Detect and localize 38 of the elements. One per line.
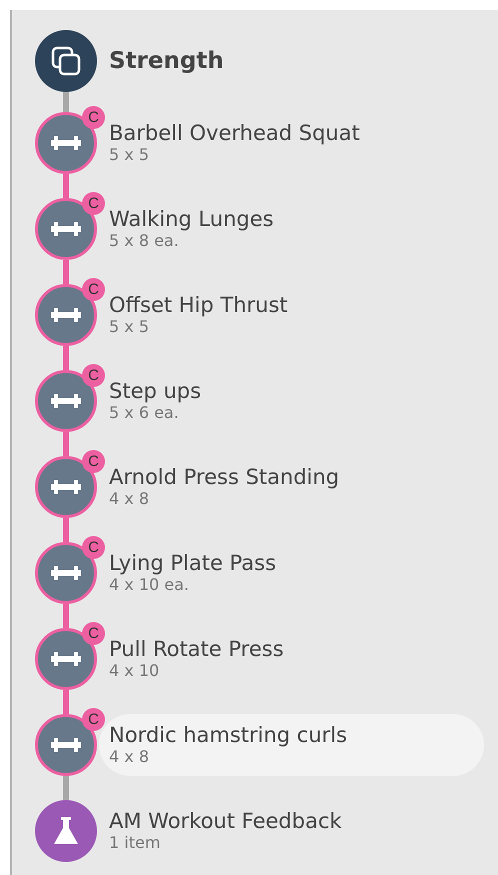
badge: C <box>82 622 105 645</box>
dumbbell-icon <box>49 735 83 755</box>
item-title: Arnold Press Standing <box>109 465 340 490</box>
badge: C <box>82 536 105 559</box>
item-title: Step ups <box>109 379 202 404</box>
item-title: AM Workout Feedback <box>109 809 343 834</box>
dumbbell-icon <box>49 219 83 239</box>
badge: C <box>82 364 105 387</box>
badge: C <box>82 192 105 215</box>
badge: C <box>82 278 105 301</box>
dumbbell-icon <box>49 649 83 669</box>
flask-icon <box>52 815 80 847</box>
selected-row[interactable]: Nordic hamstring curls 4 x 8 <box>99 714 484 776</box>
item-title: Lying Plate Pass <box>109 551 278 576</box>
copy-icon <box>50 45 82 77</box>
badge: C <box>82 450 105 473</box>
badge: C <box>82 708 105 731</box>
item-title: Nordic hamstring curls <box>109 723 348 748</box>
dumbbell-icon <box>49 391 83 411</box>
item-detail: 1 item <box>109 833 162 853</box>
item-title: Walking Lunges <box>109 207 275 232</box>
item-detail: 5 x 5 <box>109 145 150 165</box>
item-detail: 5 x 5 <box>109 317 150 337</box>
item-title: Pull Rotate Press <box>109 637 285 662</box>
dumbbell-icon <box>49 133 83 153</box>
item-detail: 4 x 10 ea. <box>109 575 190 595</box>
item-detail: 5 x 8 ea. <box>109 231 180 251</box>
item-title: Offset Hip Thrust <box>109 293 289 318</box>
item-title: Strength <box>109 48 225 74</box>
item-detail: 5 x 6 ea. <box>109 403 180 423</box>
item-detail: 4 x 10 <box>109 661 160 681</box>
dumbbell-icon <box>49 305 83 325</box>
item-detail: 4 x 8 <box>109 489 150 509</box>
dumbbell-icon <box>49 477 83 497</box>
dumbbell-icon <box>49 563 83 583</box>
item-detail: 4 x 8 <box>109 747 150 767</box>
item-title: Barbell Overhead Squat <box>109 121 361 146</box>
badge: C <box>82 106 105 129</box>
